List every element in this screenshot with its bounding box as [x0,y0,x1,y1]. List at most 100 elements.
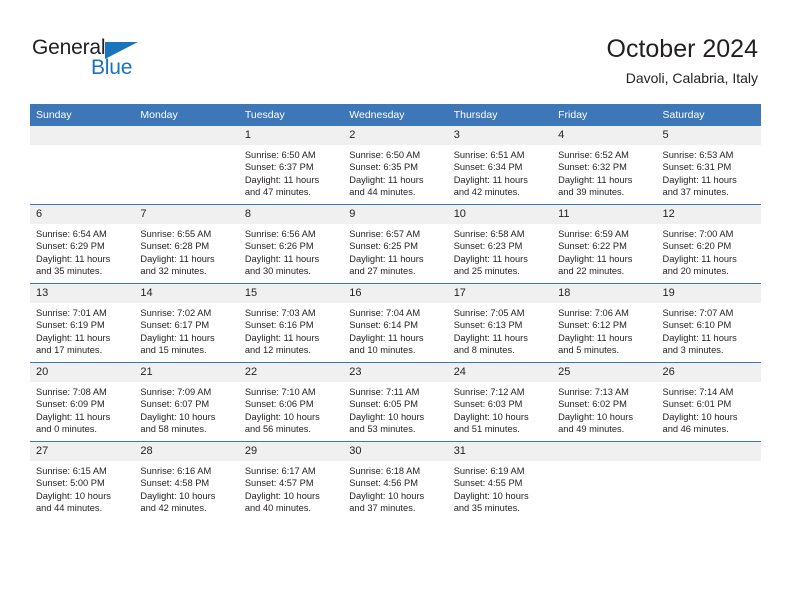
day-number: 9 [343,205,448,224]
calendar-day-cell[interactable]: 30 Sunrise: 6:18 AM Sunset: 4:56 PM Dayl… [343,441,448,520]
calendar-day-cell[interactable] [656,441,761,520]
calendar-day-cell[interactable]: 23 Sunrise: 7:11 AM Sunset: 6:05 PM Dayl… [343,362,448,442]
calendar-day-cell[interactable]: 25 Sunrise: 7:13 AM Sunset: 6:02 PM Dayl… [552,362,657,442]
day-number: 14 [134,284,239,303]
sunset-text: Sunset: 4:55 PM [453,478,523,489]
calendar-day-cell[interactable]: 20 Sunrise: 7:08 AM Sunset: 6:09 PM Dayl… [30,362,135,442]
daylight-text-line2: and 37 minutes. [349,502,416,513]
sunrise-text: Sunrise: 7:13 AM [558,387,629,397]
calendar-day-cell[interactable]: 11 Sunrise: 6:59 AM Sunset: 6:22 PM Dayl… [552,204,657,284]
calendar-day-cell[interactable]: 8 Sunrise: 6:56 AM Sunset: 6:26 PM Dayli… [238,204,344,284]
daylight-text-line1: Daylight: 11 hours [140,332,215,343]
daylight-text-line2: and 40 minutes. [244,502,311,513]
calendar-day-cell[interactable]: 26 Sunrise: 7:14 AM Sunset: 6:01 PM Dayl… [656,362,761,442]
day-number [552,442,657,461]
calendar-day-cell[interactable]: 18 Sunrise: 7:06 AM Sunset: 6:12 PM Dayl… [552,283,657,363]
sunrise-text: Sunrise: 7:07 AM [662,308,734,318]
day-details: Sunrise: 7:08 AM Sunset: 6:09 PM Dayligh… [30,382,134,435]
sunset-text: Sunset: 6:31 PM [662,162,732,173]
calendar-day-cell[interactable]: 13 Sunrise: 7:01 AM Sunset: 6:19 PM Dayl… [30,283,135,363]
calendar-day-cell[interactable]: 21 Sunrise: 7:09 AM Sunset: 6:07 PM Dayl… [134,362,239,442]
day-number: 10 [447,205,553,224]
sunset-text: Sunset: 6:07 PM [140,399,210,410]
day-number: 4 [552,126,657,145]
daylight-text-line1: Daylight: 10 hours [244,490,320,501]
calendar-day-cell[interactable]: 17 Sunrise: 7:05 AM Sunset: 6:13 PM Dayl… [447,283,553,363]
day-number: 8 [238,205,344,224]
calendar-day-cell[interactable]: 12 Sunrise: 7:00 AM Sunset: 6:20 PM Dayl… [656,204,761,284]
calendar-day-cell[interactable]: 16 Sunrise: 7:04 AM Sunset: 6:14 PM Dayl… [343,283,448,363]
day-details [552,461,656,465]
day-number: 6 [30,205,135,224]
day-number: 3 [447,126,553,145]
calendar-day-cell[interactable]: 5 Sunrise: 6:53 AM Sunset: 6:31 PM Dayli… [656,126,761,205]
daylight-text-line1: Daylight: 11 hours [349,332,424,343]
page-title: October 2024 [606,35,759,63]
day-number: 26 [656,363,761,382]
sunset-text: Sunset: 6:19 PM [36,320,105,331]
daylight-text-line2: and 37 minutes. [662,186,729,197]
calendar-page: General Blue October 2024 Davoli, Calabr… [0,0,792,612]
calendar-day-cell[interactable]: 3 Sunrise: 6:51 AM Sunset: 6:34 PM Dayli… [447,126,553,205]
calendar-day-cell[interactable]: 4 Sunrise: 6:52 AM Sunset: 6:32 PM Dayli… [552,126,657,205]
title-block: October 2024 Davoli, Calabria, Italy [607,34,759,88]
calendar-day-cell[interactable] [134,126,239,205]
general-blue-logo[interactable]: General Blue [32,36,162,84]
calendar-day-cell[interactable]: 2 Sunrise: 6:50 AM Sunset: 6:35 PM Dayli… [343,126,448,205]
daylight-text-line2: and 30 minutes. [244,265,311,276]
daylight-text-line1: Daylight: 11 hours [349,174,424,185]
calendar-day-cell[interactable]: 22 Sunrise: 7:10 AM Sunset: 6:06 PM Dayl… [238,362,344,442]
sunset-text: Sunset: 6:28 PM [140,241,210,252]
sunset-text: Sunset: 6:05 PM [349,399,418,410]
calendar-header-row: Sunday Monday Tuesday Wednesday Thursday… [30,104,761,126]
daylight-text-line2: and 35 minutes. [36,265,103,276]
sunrise-text: Sunrise: 6:55 AM [140,229,212,239]
sunset-text: Sunset: 6:14 PM [349,320,418,331]
daylight-text-line1: Daylight: 11 hours [662,174,737,185]
sunset-text: Sunset: 6:23 PM [453,241,523,252]
sunset-text: Sunset: 4:57 PM [244,478,314,489]
day-number: 23 [343,363,448,382]
daylight-text-line2: and 5 minutes. [558,344,620,355]
sunset-text: Sunset: 6:22 PM [558,241,627,252]
calendar-day-cell[interactable]: 24 Sunrise: 7:12 AM Sunset: 6:03 PM Dayl… [447,362,553,442]
calendar-day-cell[interactable]: 14 Sunrise: 7:02 AM Sunset: 6:17 PM Dayl… [134,283,239,363]
daylight-text-line1: Daylight: 11 hours [36,411,111,422]
day-details: Sunrise: 6:16 AM Sunset: 4:58 PM Dayligh… [134,461,238,514]
sunrise-text: Sunrise: 6:59 AM [558,229,629,239]
day-details: Sunrise: 7:02 AM Sunset: 6:17 PM Dayligh… [134,303,238,356]
calendar-day-cell[interactable]: 7 Sunrise: 6:55 AM Sunset: 6:28 PM Dayli… [134,204,239,284]
weekday-header-monday: Monday [134,104,239,126]
daylight-text-line1: Daylight: 10 hours [140,411,216,422]
day-number: 27 [30,442,135,461]
day-number: 11 [552,205,657,224]
calendar-day-cell[interactable]: 6 Sunrise: 6:54 AM Sunset: 6:29 PM Dayli… [30,204,135,284]
daylight-text-line2: and 15 minutes. [140,344,207,355]
sunrise-text: Sunrise: 7:11 AM [349,387,420,397]
calendar-day-cell[interactable]: 9 Sunrise: 6:57 AM Sunset: 6:25 PM Dayli… [343,204,448,284]
calendar-day-cell[interactable]: 31 Sunrise: 6:19 AM Sunset: 4:55 PM Dayl… [447,441,553,520]
calendar-day-cell[interactable]: 27 Sunrise: 6:15 AM Sunset: 5:00 PM Dayl… [30,441,135,520]
daylight-text-line2: and 27 minutes. [349,265,416,276]
page-subtitle: Davoli, Calabria, Italy [625,70,758,86]
calendar-day-cell[interactable]: 19 Sunrise: 7:07 AM Sunset: 6:10 PM Dayl… [656,283,761,363]
day-number: 20 [30,363,135,382]
day-details: Sunrise: 6:57 AM Sunset: 6:25 PM Dayligh… [343,224,447,277]
weekday-header-tuesday: Tuesday [238,104,344,126]
daylight-text-line2: and 35 minutes. [453,502,520,513]
calendar-day-cell[interactable] [552,441,657,520]
sunrise-text: Sunrise: 6:52 AM [558,150,629,160]
calendar-day-cell[interactable]: 29 Sunrise: 6:17 AM Sunset: 4:57 PM Dayl… [238,441,344,520]
daylight-text-line1: Daylight: 11 hours [36,253,111,264]
daylight-text-line1: Daylight: 11 hours [244,332,320,343]
daylight-text-line2: and 3 minutes. [662,344,724,355]
calendar-day-cell[interactable]: 15 Sunrise: 7:03 AM Sunset: 6:16 PM Dayl… [238,283,344,363]
day-number: 5 [656,126,761,145]
calendar-day-cell[interactable]: 10 Sunrise: 6:58 AM Sunset: 6:23 PM Dayl… [447,204,553,284]
calendar-day-cell[interactable] [30,126,135,205]
sunrise-text: Sunrise: 6:15 AM [36,466,107,476]
sunrise-text: Sunrise: 6:53 AM [662,150,734,160]
calendar-day-cell[interactable]: 28 Sunrise: 6:16 AM Sunset: 4:58 PM Dayl… [134,441,239,520]
calendar-day-cell[interactable]: 1 Sunrise: 6:50 AM Sunset: 6:37 PM Dayli… [238,126,344,205]
day-number: 17 [447,284,553,303]
